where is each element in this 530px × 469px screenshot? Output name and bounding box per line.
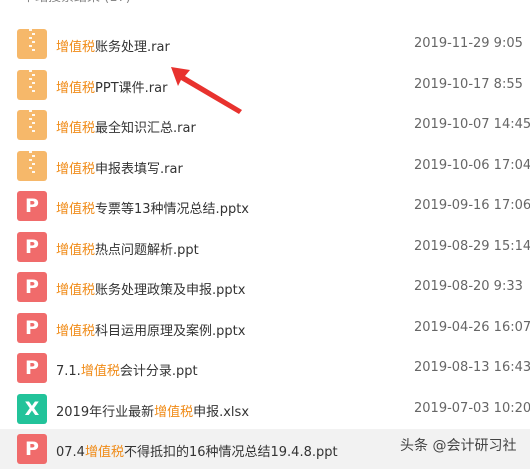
watermark: 头条 @会计研习社 (400, 438, 517, 454)
red-arrow-annotation (171, 67, 242, 114)
arrow-shape (171, 67, 242, 114)
